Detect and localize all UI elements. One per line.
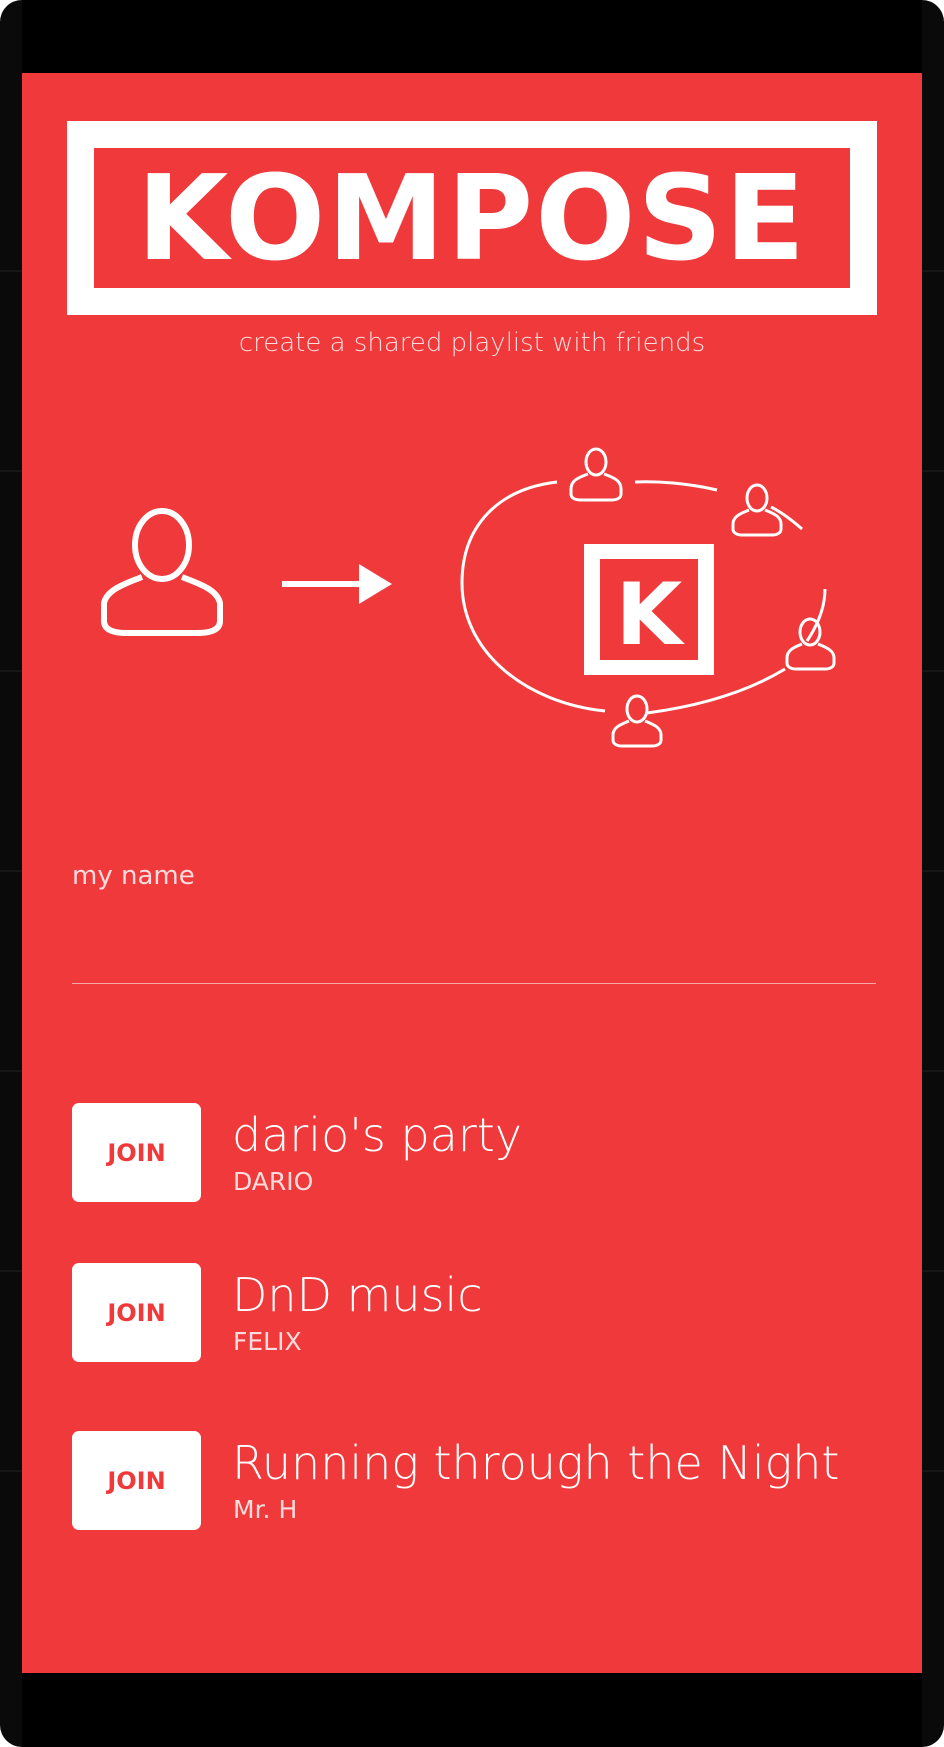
name-input[interactable] <box>72 893 876 984</box>
user-icon <box>101 508 223 636</box>
party-row: JOIN Running through the Night Mr. H <box>72 1431 872 1531</box>
party-owner: FELIX <box>233 1327 302 1356</box>
app-screen: KOMPOSE create a shared playlist with fr… <box>22 73 922 1673</box>
logo-text: KOMPOSE <box>136 149 808 287</box>
user-icon <box>569 447 623 502</box>
party-row: JOIN DnD music FELIX <box>72 1263 872 1363</box>
arrow-right-icon <box>282 564 392 604</box>
join-button[interactable]: JOIN <box>72 1103 201 1202</box>
join-button[interactable]: JOIN <box>72 1263 201 1362</box>
tagline: create a shared playlist with friends <box>238 328 706 358</box>
navigation-bar <box>22 1673 922 1747</box>
device-frame: KOMPOSE create a shared playlist with fr… <box>0 0 944 1747</box>
kompose-k-icon: K <box>584 544 714 675</box>
join-button[interactable]: JOIN <box>72 1431 201 1530</box>
status-bar <box>22 0 922 73</box>
party-title: Running through the Night <box>232 1436 840 1490</box>
user-icon <box>785 617 836 671</box>
name-label: my name <box>72 861 195 891</box>
kompose-k-letter: K <box>616 565 686 665</box>
party-row: JOIN dario's party DARIO <box>72 1103 872 1203</box>
party-title: DnD music <box>232 1268 483 1322</box>
party-owner: DARIO <box>233 1167 314 1196</box>
party-owner: Mr. H <box>233 1495 298 1524</box>
app-logo: KOMPOSE <box>67 121 877 315</box>
user-icon <box>611 694 663 748</box>
party-title: dario's party <box>232 1108 523 1162</box>
how-it-works-illustration: K <box>101 447 836 748</box>
